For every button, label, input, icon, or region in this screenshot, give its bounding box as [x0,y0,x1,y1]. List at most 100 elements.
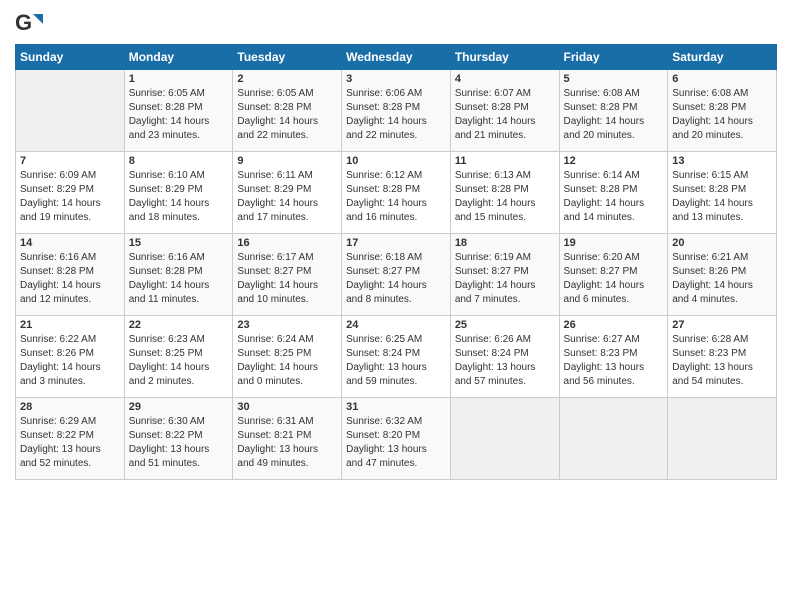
cell-content: Sunrise: 6:19 AMSunset: 8:27 PMDaylight:… [455,252,536,305]
calendar-cell: 28 Sunrise: 6:29 AMSunset: 8:22 PMDayligh… [16,398,125,480]
day-number: 1 [129,73,229,85]
cell-content: Sunrise: 6:18 AMSunset: 8:27 PMDaylight:… [346,252,427,305]
weekday-header: Wednesday [342,45,451,70]
day-number: 14 [20,237,120,249]
day-number: 30 [237,401,337,413]
weekday-header: Friday [559,45,668,70]
day-number: 20 [672,237,772,249]
cell-content: Sunrise: 6:17 AMSunset: 8:27 PMDaylight:… [237,252,318,305]
calendar-cell: 31Sunrise: 6:32 AMSunset: 8:20 PMDayligh… [342,398,451,480]
cell-content: Sunrise: 6:31 AMSunset: 8:21 PMDaylight:… [237,416,318,469]
day-number: 10 [346,155,446,167]
calendar-cell: 19 Sunrise: 6:20 AMSunset: 8:27 PMDayligh… [559,234,668,316]
cell-content: Sunrise: 6:08 AMSunset: 8:28 PMDaylight:… [672,88,753,141]
weekday-header: Sunday [16,45,125,70]
logo-icon: G [15,10,43,38]
calendar-cell: 4Sunrise: 6:07 AMSunset: 8:28 PMDaylight… [450,70,559,152]
cell-content: Sunrise: 6:11 AMSunset: 8:29 PMDaylight:… [237,170,318,223]
day-number: 6 [672,73,772,85]
calendar-cell: 17 Sunrise: 6:18 AMSunset: 8:27 PMDayligh… [342,234,451,316]
day-number: 3 [346,73,446,85]
cell-content: Sunrise: 6:24 AMSunset: 8:25 PMDaylight:… [237,334,318,387]
cell-content: Sunrise: 6:27 AMSunset: 8:23 PMDaylight:… [564,334,645,387]
calendar-cell: 25 Sunrise: 6:26 AMSunset: 8:24 PMDayligh… [450,316,559,398]
calendar-cell: 13Sunrise: 6:15 AMSunset: 8:28 PMDayligh… [668,152,777,234]
day-number: 19 [564,237,664,249]
cell-content: Sunrise: 6:26 AMSunset: 8:24 PMDaylight:… [455,334,536,387]
svg-text:G: G [15,10,32,35]
day-number: 21 [20,319,120,331]
cell-content: Sunrise: 6:05 AMSunset: 8:28 PMDaylight:… [237,88,318,141]
cell-content: Sunrise: 6:12 AMSunset: 8:28 PMDaylight:… [346,170,427,223]
day-number: 5 [564,73,664,85]
cell-content: Sunrise: 6:09 AMSunset: 8:29 PMDaylight:… [20,170,101,223]
calendar-week-row: 21 Sunrise: 6:22 AMSunset: 8:26 PMDayligh… [16,316,777,398]
calendar-week-row: 28 Sunrise: 6:29 AMSunset: 8:22 PMDayligh… [16,398,777,480]
calendar-cell [559,398,668,480]
calendar-cell: 22 Sunrise: 6:23 AMSunset: 8:25 PMDayligh… [124,316,233,398]
day-number: 4 [455,73,555,85]
cell-content: Sunrise: 6:25 AMSunset: 8:24 PMDaylight:… [346,334,427,387]
calendar-cell: 29 Sunrise: 6:30 AMSunset: 8:22 PMDayligh… [124,398,233,480]
cell-content: Sunrise: 6:16 AMSunset: 8:28 PMDaylight:… [129,252,210,305]
day-number: 28 [20,401,120,413]
day-number: 9 [237,155,337,167]
calendar-cell: 11Sunrise: 6:13 AMSunset: 8:28 PMDayligh… [450,152,559,234]
day-number: 25 [455,319,555,331]
calendar-week-row: 14 Sunrise: 6:16 AMSunset: 8:28 PMDayligh… [16,234,777,316]
weekday-header: Saturday [668,45,777,70]
day-number: 12 [564,155,664,167]
day-number: 22 [129,319,229,331]
day-number: 26 [564,319,664,331]
cell-content: Sunrise: 6:15 AMSunset: 8:28 PMDaylight:… [672,170,753,223]
day-number: 16 [237,237,337,249]
weekday-header: Thursday [450,45,559,70]
calendar-cell: 16 Sunrise: 6:17 AMSunset: 8:27 PMDayligh… [233,234,342,316]
cell-content: Sunrise: 6:08 AMSunset: 8:28 PMDaylight:… [564,88,645,141]
cell-content: Sunrise: 6:20 AMSunset: 8:27 PMDaylight:… [564,252,645,305]
cell-content: Sunrise: 6:22 AMSunset: 8:26 PMDaylight:… [20,334,101,387]
calendar-cell: 9 Sunrise: 6:11 AMSunset: 8:29 PMDaylight… [233,152,342,234]
day-number: 11 [455,155,555,167]
day-number: 27 [672,319,772,331]
day-number: 17 [346,237,446,249]
calendar-cell: 2 Sunrise: 6:05 AMSunset: 8:28 PMDaylight… [233,70,342,152]
calendar-cell: 14Sunrise: 6:16 AMSunset: 8:28 PMDayligh… [16,234,125,316]
cell-content: Sunrise: 6:28 AMSunset: 8:23 PMDaylight:… [672,334,753,387]
weekday-header: Monday [124,45,233,70]
day-number: 23 [237,319,337,331]
day-number: 24 [346,319,446,331]
calendar-cell: 18 Sunrise: 6:19 AMSunset: 8:27 PMDayligh… [450,234,559,316]
calendar-cell: 5 Sunrise: 6:08 AMSunset: 8:28 PMDaylight… [559,70,668,152]
cell-content: Sunrise: 6:29 AMSunset: 8:22 PMDaylight:… [20,416,101,469]
cell-content: Sunrise: 6:05 AMSunset: 8:28 PMDaylight:… [129,88,210,141]
cell-content: Sunrise: 6:06 AMSunset: 8:28 PMDaylight:… [346,88,427,141]
day-number: 2 [237,73,337,85]
day-number: 7 [20,155,120,167]
calendar-cell: 12 Sunrise: 6:14 AMSunset: 8:28 PMDayligh… [559,152,668,234]
calendar-cell: 23 Sunrise: 6:24 AMSunset: 8:25 PMDayligh… [233,316,342,398]
calendar-cell: 30 Sunrise: 6:31 AMSunset: 8:21 PMDayligh… [233,398,342,480]
day-number: 31 [346,401,446,413]
day-number: 29 [129,401,229,413]
calendar-cell: 26 Sunrise: 6:27 AMSunset: 8:23 PMDayligh… [559,316,668,398]
cell-content: Sunrise: 6:23 AMSunset: 8:25 PMDaylight:… [129,334,210,387]
day-number: 15 [129,237,229,249]
cell-content: Sunrise: 6:14 AMSunset: 8:28 PMDaylight:… [564,170,645,223]
day-number: 8 [129,155,229,167]
calendar-week-row: 1 Sunrise: 6:05 AMSunset: 8:28 PMDaylight… [16,70,777,152]
weekday-header-row: SundayMondayTuesdayWednesdayThursdayFrid… [16,45,777,70]
day-number: 18 [455,237,555,249]
calendar-cell [668,398,777,480]
cell-content: Sunrise: 6:30 AMSunset: 8:22 PMDaylight:… [129,416,210,469]
calendar-week-row: 7 Sunrise: 6:09 AMSunset: 8:29 PMDaylight… [16,152,777,234]
header-row: G [15,10,777,38]
calendar-cell [450,398,559,480]
calendar-cell: 15 Sunrise: 6:16 AMSunset: 8:28 PMDayligh… [124,234,233,316]
calendar-cell: 20 Sunrise: 6:21 AMSunset: 8:26 PMDayligh… [668,234,777,316]
calendar-cell: 8Sunrise: 6:10 AMSunset: 8:29 PMDaylight… [124,152,233,234]
calendar-cell: 1 Sunrise: 6:05 AMSunset: 8:28 PMDaylight… [124,70,233,152]
calendar-cell: 27 Sunrise: 6:28 AMSunset: 8:23 PMDayligh… [668,316,777,398]
cell-content: Sunrise: 6:21 AMSunset: 8:26 PMDaylight:… [672,252,753,305]
calendar-table: SundayMondayTuesdayWednesdayThursdayFrid… [15,44,777,480]
